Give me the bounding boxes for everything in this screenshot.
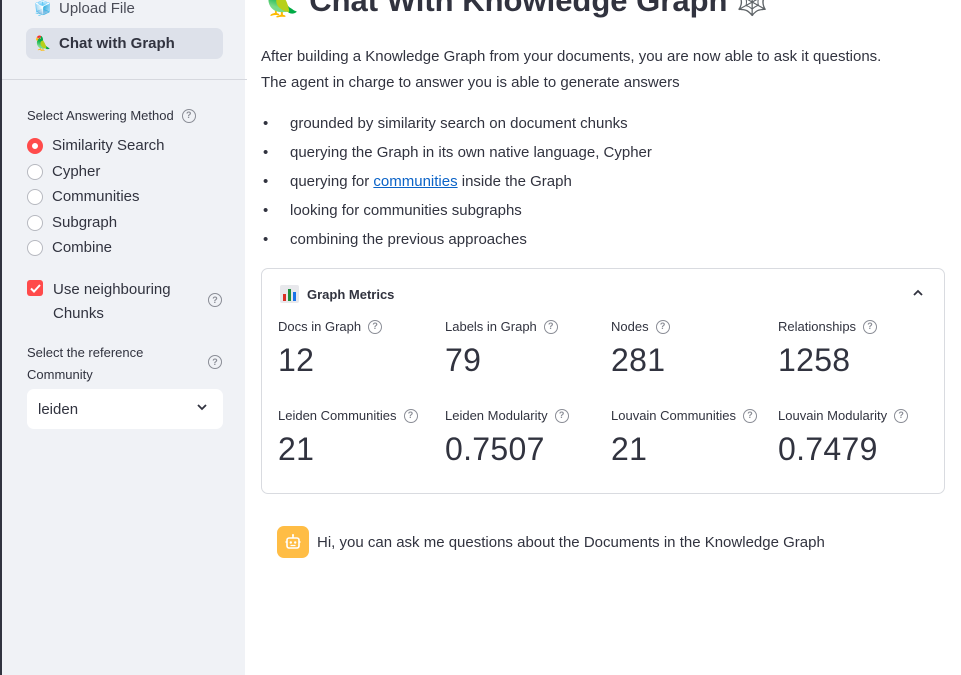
chat-message: Hi, you can ask me questions about the D… [277, 526, 825, 558]
chat-message-text: Hi, you can ask me questions about the D… [317, 533, 825, 551]
metric-value: 12 [278, 342, 315, 378]
radio-subgraph[interactable]: Subgraph [27, 214, 117, 231]
robot-icon [285, 534, 301, 549]
graph-metrics-expander: Graph Metrics Docs in Graph? 12 Labels i… [261, 268, 945, 494]
list-item: • combining the previous approaches [263, 231, 527, 248]
radio-checked-icon[interactable] [27, 137, 43, 154]
nav-upload-file-label: Upload File [59, 0, 135, 17]
bar-chart-icon [280, 285, 299, 303]
nav-chat-with-graph-label: Chat with Graph [59, 35, 175, 52]
list-item: • looking for communities subgraphs [263, 202, 522, 219]
nav-divider [2, 79, 247, 80]
radio-label: Combine [52, 239, 113, 256]
bullet-icon: • [263, 144, 269, 161]
parrot-icon: 🦜 [34, 35, 52, 51]
bullet-text: querying for [290, 173, 374, 190]
graph-metrics-title: Graph Metrics [307, 286, 395, 302]
radio-unchecked-icon[interactable] [27, 163, 43, 180]
metric-value: 79 [445, 342, 482, 378]
help-icon[interactable]: ? [743, 408, 758, 423]
list-item: • grounded by similarity search on docum… [263, 115, 628, 132]
help-icon[interactable]: ? [208, 293, 222, 307]
intro-line-1: After building a Knowledge Graph from yo… [261, 48, 882, 65]
bullet-text: combining the previous approaches [290, 231, 527, 248]
metric-leiden-communities: Leiden Communities? 21 [278, 408, 438, 468]
reference-community-select[interactable]: leiden [27, 389, 223, 429]
help-icon[interactable]: ? [181, 108, 196, 123]
bullet-icon: • [263, 115, 269, 132]
help-icon[interactable]: ? [403, 408, 418, 423]
list-item: • querying for communities inside the Gr… [263, 173, 572, 190]
bullet-icon: • [263, 202, 269, 219]
radio-unchecked-icon[interactable] [27, 239, 43, 256]
neighbouring-chunks-checkbox[interactable] [27, 280, 43, 296]
reference-community-label: Select the reference Community [27, 345, 144, 382]
metric-louvain-modularity: Louvain Modularity? 0.7479 [778, 408, 938, 468]
graph-metrics-header[interactable]: Graph Metrics [280, 285, 394, 303]
metric-label: Leiden Modularity [445, 408, 548, 423]
bullet-text: looking for communities subgraphs [290, 202, 522, 219]
metric-leiden-modularity: Leiden Modularity? 0.7507 [445, 408, 605, 468]
cube-icon: 🧊 [34, 0, 52, 16]
bot-avatar [277, 526, 309, 558]
metric-relationships: Relationships? 1258 [778, 319, 938, 379]
bullet-text: querying the Graph in its own native lan… [290, 144, 652, 161]
help-icon[interactable]: ? [208, 355, 222, 369]
metric-value: 21 [611, 431, 648, 467]
metric-value: 0.7479 [778, 431, 878, 467]
parrot-icon: 🦜 [262, 0, 301, 18]
answering-method-label-text: Select Answering Method [27, 108, 174, 123]
chevron-down-icon [197, 404, 207, 411]
metric-value: 1258 [778, 342, 851, 378]
nav-chat-with-graph[interactable]: 🦜 Chat with Graph [26, 28, 223, 59]
help-icon[interactable]: ? [894, 408, 909, 423]
help-icon[interactable]: ? [863, 319, 878, 334]
nav-upload-file[interactable]: 🧊 Upload File [26, 0, 223, 24]
answering-method-label: Select Answering Method ? [27, 108, 196, 123]
radio-label: Similarity Search [52, 137, 165, 154]
radio-label: Cypher [52, 163, 101, 180]
radio-unchecked-icon[interactable] [27, 214, 43, 231]
metric-nodes: Nodes? 281 [611, 319, 771, 379]
chevron-up-icon[interactable] [911, 286, 925, 300]
sidebar: 🧊 Upload File 🦜 Chat with Graph Select A… [0, 0, 247, 675]
page-title: 🦜 Chat With Knowledge Graph 🕸️ [262, 0, 768, 19]
radio-cypher[interactable]: Cypher [27, 163, 100, 180]
metric-labels-in-graph: Labels in Graph? 79 [445, 319, 605, 379]
metric-value: 21 [278, 431, 315, 467]
radio-label: Subgraph [52, 214, 118, 231]
page-title-text: Chat With Knowledge Graph [309, 0, 728, 18]
intro-line-2: The agent in charge to answer you is abl… [261, 74, 680, 91]
radio-communities[interactable]: Communities [27, 188, 140, 205]
metric-docs-in-graph: Docs in Graph? 12 [278, 319, 438, 379]
metric-label: Leiden Communities [278, 408, 397, 423]
metric-label: Nodes [611, 319, 649, 334]
bullet-text: inside the Graph [457, 173, 572, 190]
reference-community-value: leiden [38, 400, 79, 418]
neighbouring-chunks-label[interactable]: Use neighbouring Chunks [53, 278, 193, 326]
metric-label: Docs in Graph [278, 319, 362, 334]
metric-louvain-communities: Louvain Communities? 21 [611, 408, 771, 468]
help-icon[interactable]: ? [554, 408, 569, 423]
check-icon [29, 283, 41, 293]
radio-unchecked-icon[interactable] [27, 188, 43, 205]
communities-link[interactable]: communities [373, 173, 457, 190]
spider-web-icon: 🕸️ [736, 0, 769, 17]
help-icon[interactable]: ? [655, 319, 670, 334]
bullet-text: grounded by similarity search on documen… [290, 115, 628, 132]
metric-label: Louvain Modularity [778, 408, 888, 423]
metric-value: 0.7507 [445, 431, 545, 467]
list-item: • querying the Graph in its own native l… [263, 144, 652, 161]
bullet-icon: • [263, 231, 269, 248]
metric-label: Labels in Graph [445, 319, 537, 334]
radio-similarity-search[interactable]: Similarity Search [27, 137, 165, 154]
bullet-icon: • [263, 173, 269, 190]
metric-value: 281 [611, 342, 666, 378]
help-icon[interactable]: ? [543, 319, 558, 334]
metric-label: Louvain Communities [611, 408, 737, 423]
help-icon[interactable]: ? [368, 319, 383, 334]
radio-combine[interactable]: Combine [27, 239, 112, 256]
radio-label: Communities [52, 188, 140, 205]
metric-label: Relationships [778, 319, 857, 334]
